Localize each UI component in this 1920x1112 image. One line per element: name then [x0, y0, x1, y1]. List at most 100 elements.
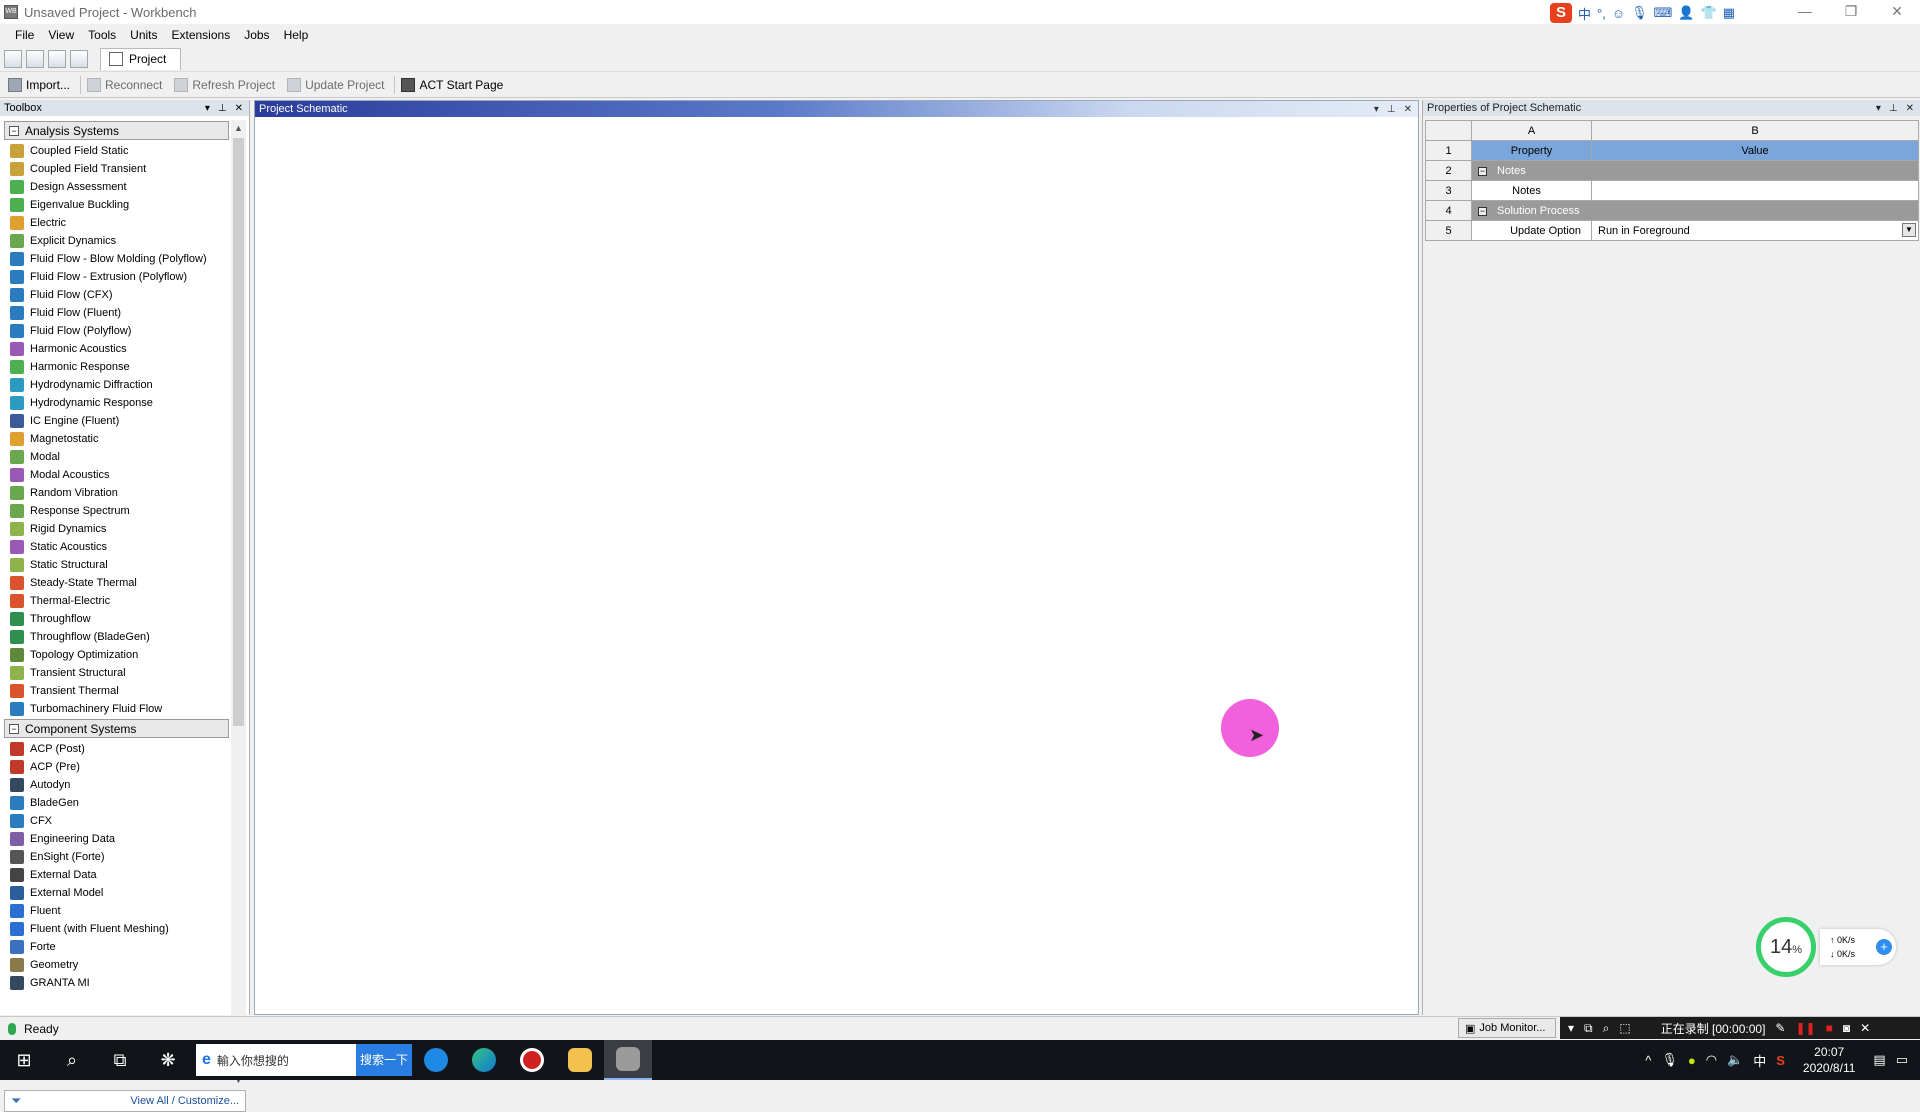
toolbox-group-header[interactable]: − Component Systems [4, 719, 229, 738]
toolbox-item[interactable]: Turbomachinery Fluid Flow [4, 700, 229, 718]
toolbox-item[interactable]: Design Assessment [4, 178, 229, 196]
table-row[interactable]: 2 − Notes [1425, 160, 1919, 181]
recorder-zoom-icon[interactable]: ⌕ [1603, 1021, 1610, 1036]
search-icon[interactable]: ⌕ [48, 1040, 96, 1080]
import-button[interactable]: Import... [6, 77, 76, 92]
toolbox-item[interactable]: Throughflow (BladeGen) [4, 628, 229, 646]
ime-user-icon[interactable]: 👤 [1678, 5, 1694, 21]
menu-tools[interactable]: Tools [81, 28, 123, 42]
tab-project[interactable]: Project [100, 47, 182, 70]
toolbox-item[interactable]: Coupled Field Static [4, 142, 229, 160]
toolbox-item[interactable]: ACP (Pre) [4, 758, 229, 776]
table-row[interactable]: 4 − Solution Process [1425, 200, 1919, 221]
recorder-dropdown-icon[interactable]: ▾ [1568, 1021, 1574, 1035]
toolbox-item[interactable]: Hydrodynamic Response [4, 394, 229, 412]
recorder-window-icon[interactable]: ⧉ [1584, 1021, 1593, 1036]
reconnect-button[interactable]: Reconnect [85, 77, 168, 92]
toolbox-item[interactable]: Modal Acoustics [4, 466, 229, 484]
notification-icon[interactable]: ▭ [1896, 1052, 1908, 1068]
save-as-icon[interactable] [70, 49, 88, 68]
pin-icon[interactable]: ⊥ [1889, 103, 1898, 114]
toolbox-item[interactable]: Fluid Flow - Extrusion (Polyflow) [4, 268, 229, 286]
tray-app-icon[interactable]: ● [1688, 1053, 1696, 1068]
job-monitor-button[interactable]: ▣ Job Monitor... [1458, 1018, 1556, 1038]
file-explorer-icon[interactable] [556, 1040, 604, 1080]
toolbox-item[interactable]: Magnetostatic [4, 430, 229, 448]
toolbox-scrollbar[interactable]: ▲ ▼ [231, 120, 246, 1088]
menu-extensions[interactable]: Extensions [165, 28, 238, 42]
toolbox-item[interactable]: Fluent (with Fluent Meshing) [4, 920, 229, 938]
toolbox-item[interactable]: Thermal-Electric [4, 592, 229, 610]
scroll-up-icon[interactable]: ▲ [231, 120, 246, 136]
toolbox-item[interactable]: Fluid Flow (Polyflow) [4, 322, 229, 340]
pin-icon[interactable]: ⊥ [218, 103, 227, 114]
minimize-button[interactable]: — [1782, 0, 1828, 24]
collapse-icon[interactable]: − [1478, 206, 1487, 216]
sogou-logo-icon[interactable]: S [1550, 3, 1572, 23]
ime-toolbox-icon[interactable]: ▦ [1723, 5, 1735, 21]
toolbox-item[interactable]: Topology Optimization [4, 646, 229, 664]
toolbox-item[interactable]: Electric [4, 214, 229, 232]
dropdown-arrow-icon[interactable]: ▾ [205, 103, 210, 114]
toolbox-item[interactable]: Hydrodynamic Diffraction [4, 376, 229, 394]
close-icon[interactable]: ✕ [1906, 103, 1914, 114]
collapse-icon[interactable]: − [1478, 166, 1487, 176]
filter-funnel-icon[interactable]: ⏷ [11, 1093, 21, 1109]
toolbox-item[interactable]: Transient Thermal [4, 682, 229, 700]
taskbar-search-box[interactable]: e 輸入你想搜的 [196, 1044, 356, 1076]
menu-view[interactable]: View [41, 28, 81, 42]
ime-keyboard-icon[interactable]: ⌨ [1654, 5, 1673, 21]
recorder-camera-icon[interactable]: ◙ [1843, 1021, 1850, 1035]
dropdown-arrow-icon[interactable]: ▾ [1374, 104, 1379, 115]
close-icon[interactable]: ✕ [1404, 104, 1412, 115]
recorder-stop-icon[interactable]: ■ [1826, 1021, 1833, 1035]
chevron-up-icon[interactable]: ^ [1645, 1053, 1651, 1068]
network-speed-widget[interactable]: ↑ 0K/s ↓ 0K/s + 14% [1752, 915, 1902, 979]
close-icon[interactable]: ✕ [235, 103, 243, 114]
toolbox-item[interactable]: Fluid Flow (CFX) [4, 286, 229, 304]
toolbox-item[interactable]: Throughflow [4, 610, 229, 628]
workbench-taskbar-icon[interactable] [604, 1040, 652, 1080]
toolbox-item[interactable]: Static Acoustics [4, 538, 229, 556]
microphone-icon[interactable]: 🎙 [1661, 1052, 1678, 1068]
sogou-tray-icon[interactable]: S [1776, 1053, 1785, 1068]
toolbox-item[interactable]: GRANTA MI [4, 974, 229, 990]
toolbox-item[interactable]: CFX [4, 812, 229, 830]
refresh-project-button[interactable]: Refresh Project [172, 77, 281, 92]
recorder-close-icon[interactable]: ✕ [1860, 1021, 1870, 1035]
toolbox-item[interactable]: Rigid Dynamics [4, 520, 229, 538]
toolbox-item[interactable]: ACP (Post) [4, 740, 229, 758]
toolbox-item[interactable]: Fluid Flow (Fluent) [4, 304, 229, 322]
toolbox-item[interactable]: Response Spectrum [4, 502, 229, 520]
toolbox-item[interactable]: Eigenvalue Buckling [4, 196, 229, 214]
toolbox-item[interactable]: External Model [4, 884, 229, 902]
table-row[interactable]: 5 Update Option Run in Foreground ▼ [1425, 220, 1919, 241]
ime-chinese-mode-icon[interactable]: 中 [1578, 4, 1591, 23]
menu-jobs[interactable]: Jobs [237, 28, 276, 42]
edge-icon[interactable] [460, 1040, 508, 1080]
save-project-icon[interactable] [48, 49, 66, 68]
toolbox-item[interactable]: Transient Structural [4, 664, 229, 682]
wifi-icon[interactable]: ◠ [1706, 1052, 1717, 1068]
view-all-customize-link[interactable]: View All / Customize... [130, 1095, 239, 1107]
taskbar-search-button[interactable]: 搜索一下 [356, 1044, 412, 1076]
toolbox-item[interactable]: Modal [4, 448, 229, 466]
qq-browser-icon[interactable] [412, 1040, 460, 1080]
restore-button[interactable]: ❐ [1828, 0, 1874, 24]
pin-icon[interactable]: ⊥ [1387, 104, 1396, 115]
project-schematic-pane[interactable]: Project Schematic ▾ ⊥ ✕ [254, 100, 1419, 1015]
toolbox-item[interactable]: Explicit Dynamics [4, 232, 229, 250]
sogou-app-icon[interactable]: ❋ [144, 1040, 192, 1080]
update-option-select[interactable]: Run in Foreground ▼ [1591, 220, 1919, 241]
collapse-icon[interactable]: − [9, 723, 19, 734]
recorder-pause-icon[interactable]: ❚❚ [1795, 1021, 1815, 1035]
close-button[interactable]: ✕ [1874, 0, 1920, 24]
recorder-pen-icon[interactable]: ✎ [1775, 1021, 1785, 1035]
toolbox-item[interactable]: IC Engine (Fluent) [4, 412, 229, 430]
toolbox-item[interactable]: Geometry [4, 956, 229, 974]
toolbox-item[interactable]: External Data [4, 866, 229, 884]
menu-units[interactable]: Units [123, 28, 164, 42]
windows-start-icon[interactable]: ⊞ [0, 1040, 48, 1080]
toolbox-item[interactable]: Autodyn [4, 776, 229, 794]
recorder-app-icon[interactable] [508, 1040, 556, 1080]
